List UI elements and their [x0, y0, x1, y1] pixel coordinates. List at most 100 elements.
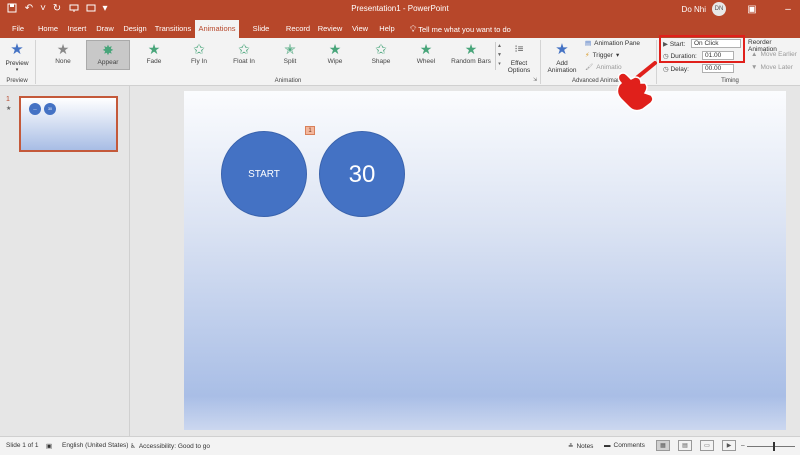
- trigger-icon: ⚡︎: [585, 52, 590, 59]
- slide-thumbnail-pane: 1 ★ — 30: [0, 86, 130, 436]
- slide-editing-area: 1 START 30: [131, 86, 800, 436]
- animation-order-tag[interactable]: 1: [305, 126, 315, 135]
- timing-group-label: Timing: [721, 78, 739, 84]
- start-circle[interactable]: START: [221, 131, 307, 217]
- spelling-icon[interactable]: ▣: [46, 442, 52, 450]
- zoom-slider-thumb[interactable]: [773, 442, 775, 451]
- ribbon-display-icon[interactable]: ▣: [746, 4, 758, 15]
- animation-shape[interactable]: ✩ Shape: [359, 40, 403, 70]
- arrow-up-icon: ▲: [751, 51, 758, 58]
- tab-draw[interactable]: Draw: [94, 20, 116, 38]
- separator: [540, 40, 541, 84]
- add-animation-icon: ★: [555, 41, 569, 58]
- preview-dropdown-icon: ▾: [15, 67, 19, 73]
- animation-label: None: [55, 58, 71, 65]
- language-status[interactable]: English (United States): [62, 442, 128, 449]
- delay-label: ◷ Delay:: [663, 66, 689, 73]
- zoom-out-icon[interactable]: –: [741, 442, 745, 449]
- preview-button[interactable]: ★ Preview ▾: [4, 40, 30, 73]
- number-circle[interactable]: 30: [319, 131, 405, 217]
- tab-design[interactable]: Design: [122, 20, 148, 38]
- star-icon: ✭: [284, 41, 296, 57]
- lightbulb-icon: 💡︎: [410, 24, 417, 34]
- tab-home[interactable]: Home: [36, 20, 60, 38]
- add-animation-button[interactable]: ★ Add Animation: [544, 40, 580, 74]
- tab-help[interactable]: Help: [376, 20, 398, 38]
- slide[interactable]: 1 START 30: [184, 91, 786, 430]
- status-bar: Slide 1 of 1 ▣ English (United States) ♿…: [0, 436, 800, 455]
- comment-icon: ▬: [604, 442, 611, 449]
- animation-fly-in[interactable]: ✩ Fly In: [177, 40, 221, 70]
- gallery-down-icon[interactable]: ▼: [496, 51, 503, 60]
- animation-appear[interactable]: ✸ Appear: [86, 40, 130, 70]
- effect-options-button[interactable]: ⁝≡ Effect Options: [505, 40, 533, 74]
- add-animation-line2: Animation: [547, 67, 577, 74]
- reading-view-button[interactable]: ▭: [700, 440, 714, 451]
- move-earlier-button[interactable]: ▲ Move Earlier: [751, 51, 797, 58]
- zoom-slider[interactable]: [747, 446, 795, 447]
- preview-label: Preview: [5, 60, 29, 67]
- slide-thumbnail[interactable]: — 30: [19, 96, 118, 152]
- add-animation-line1: Add: [556, 60, 568, 67]
- slide-sorter-button[interactable]: ▤: [678, 440, 692, 451]
- gallery-scroll[interactable]: ▲ ▼ ▾: [495, 42, 503, 70]
- tab-record[interactable]: Record: [285, 20, 311, 38]
- slide-count: Slide 1 of 1: [6, 442, 39, 449]
- animation-label: Random Bars: [451, 58, 491, 65]
- delay-input[interactable]: 00.00: [702, 64, 734, 73]
- star-icon: ★: [419, 41, 433, 57]
- animation-label: Fly In: [191, 58, 207, 65]
- slide-number: 1: [6, 96, 10, 103]
- animation-float-in[interactable]: ✩ Float In: [222, 40, 266, 70]
- animation-random-bars[interactable]: ★ Random Bars: [449, 40, 493, 70]
- tell-me-box[interactable]: 💡︎ Tell me what you want to do: [410, 20, 511, 38]
- preview-star-icon: ★: [10, 41, 24, 58]
- gallery-up-icon[interactable]: ▲: [496, 42, 503, 51]
- animation-pane-label: Animation Pane: [594, 39, 641, 47]
- star-icon: ★: [147, 41, 161, 57]
- painter-icon: 🖌︎: [585, 64, 594, 71]
- star-icon: ★: [328, 41, 342, 57]
- arrow-down-icon: ▼: [751, 64, 758, 71]
- powerpoint-window: ↶ ˅ ↻ ▾ Presentation1 - PowerPoint Do Nh…: [0, 0, 800, 455]
- dialog-launcher-icon[interactable]: ⇲: [533, 77, 537, 83]
- animation-pane-icon: ▤: [585, 40, 592, 47]
- tab-slide-show[interactable]: Slide Show: [243, 20, 279, 51]
- thumbnail-start-shape: —: [29, 103, 41, 115]
- animation-label: Split: [283, 58, 297, 65]
- minimize-icon[interactable]: –: [782, 4, 794, 15]
- tab-insert[interactable]: Insert: [65, 20, 89, 38]
- notes-icon: ≗: [568, 443, 574, 450]
- accessibility-status[interactable]: ♿︎ Accessibility: Good to go: [130, 442, 210, 451]
- animation-wheel[interactable]: ★ Wheel: [404, 40, 448, 70]
- timing-highlight-box: [659, 35, 745, 63]
- tab-animations[interactable]: Animations: [195, 20, 239, 38]
- tab-file[interactable]: File: [7, 20, 29, 38]
- title-bar: ↶ ˅ ↻ ▾ Presentation1 - PowerPoint Do Nh…: [0, 0, 800, 20]
- tab-transitions[interactable]: Transitions: [154, 20, 192, 38]
- tab-review[interactable]: Review: [317, 20, 343, 38]
- normal-view-button[interactable]: ▦: [656, 440, 670, 451]
- preview-group-label: Preview: [6, 78, 28, 84]
- star-icon: ✸: [102, 42, 114, 58]
- avatar[interactable]: DN: [712, 2, 726, 16]
- animation-none[interactable]: ★ None: [41, 40, 85, 70]
- gallery-more-icon[interactable]: ▾: [496, 60, 503, 69]
- star-icon: ✩: [238, 41, 250, 57]
- comments-button[interactable]: ▬ Comments: [604, 442, 645, 449]
- tab-view[interactable]: View: [349, 20, 371, 38]
- user-name[interactable]: Do Nhi: [682, 5, 706, 14]
- animation-split[interactable]: ✭ Split: [268, 40, 312, 70]
- star-icon: ★: [464, 41, 478, 57]
- notes-button[interactable]: ≗ Notes: [568, 442, 593, 451]
- animation-label: Fade: [146, 58, 162, 65]
- animation-wipe[interactable]: ★ Wipe: [313, 40, 357, 70]
- animation-label: Wheel: [416, 58, 436, 65]
- animation-group-label: Animation: [274, 78, 302, 84]
- slide-show-button[interactable]: ▶: [722, 440, 736, 451]
- animation-label: Wipe: [327, 58, 343, 65]
- window-title: Presentation1 - PowerPoint: [351, 4, 449, 13]
- animation-pane-button[interactable]: ▤ Animation Pane: [585, 39, 641, 48]
- animation-fade[interactable]: ★ Fade: [132, 40, 176, 70]
- move-later-button[interactable]: ▼ Move Later: [751, 64, 793, 71]
